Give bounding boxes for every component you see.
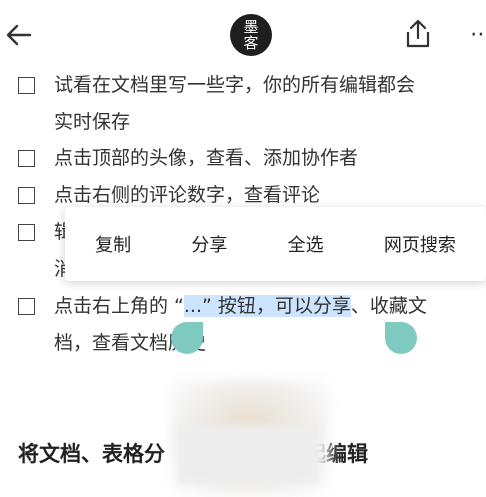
avatar-text-top: 墨 [243,18,259,36]
share-menu-item[interactable]: 分享 [183,225,235,263]
todo-text-line2: 实时保存 [54,111,131,133]
top-bar: 墨 客 ⋯ [0,0,486,74]
blurred-overlay [178,425,318,485]
more-icon: ⋯ [470,22,486,47]
web-search-menu-item[interactable]: 网页搜索 [376,225,464,263]
selected-text[interactable]: ...” 按钮，可以分享 [183,295,351,317]
share-icon[interactable] [401,17,435,51]
selection-handle-end[interactable] [385,322,417,354]
selection-handle-start[interactable] [171,322,203,354]
todo-text: 试看在文档里写一些字，你的所有编辑都会 [54,74,416,96]
more-options-button[interactable]: ⋯ [470,18,486,52]
heading-text-left: 将文档、表格分 [18,442,165,466]
todo-text: 点击顶部的头像，查看、添加协作者 [54,147,359,169]
copy-menu-item[interactable]: 复制 [87,225,139,263]
text-selection-menu: 复制 分享 全选 网页搜索 [65,207,486,281]
todo-item[interactable]: 点击顶部的头像，查看、添加协作者 [18,140,478,177]
avatar-text-bottom: 客 [243,34,259,52]
text-after-selection: 、收藏文 [350,295,427,317]
collaborator-avatar[interactable]: 墨 客 [230,14,272,56]
todo-item[interactable]: 试看在文档里写一些字，你的所有编辑都会 实时保存 [18,67,478,141]
back-arrow-icon[interactable] [4,20,34,50]
checkbox[interactable] [18,150,35,167]
checkbox[interactable] [18,77,35,94]
todo-text: 点击右上角的 “...” 按钮，可以分享、收藏文 [54,288,478,325]
text-before-selection: 点击右上角的 “ [54,295,184,317]
checkbox[interactable] [18,187,35,204]
select-all-menu-item[interactable]: 全选 [280,225,332,263]
checkbox[interactable] [18,224,35,241]
checkbox[interactable] [18,298,35,315]
